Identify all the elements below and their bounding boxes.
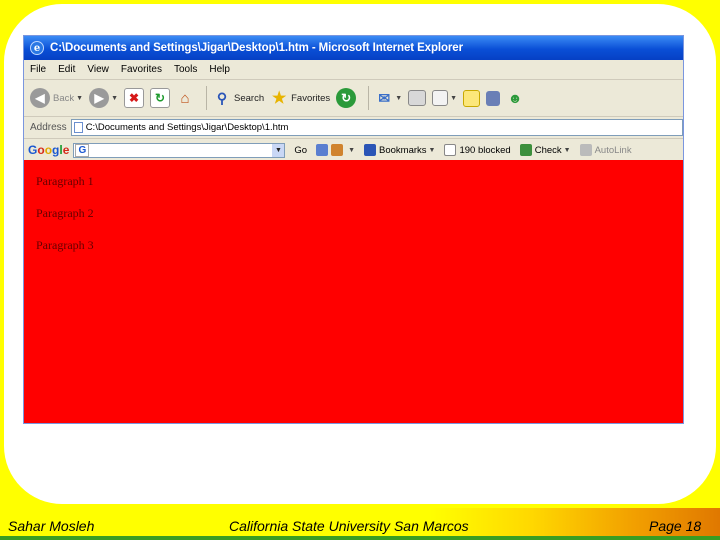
note-icon (463, 89, 481, 107)
page-content: Paragraph 1 Paragraph 2 Paragraph 3 (24, 160, 683, 423)
footer-page-number: Page 18 (649, 518, 702, 534)
menu-bar: File Edit View Favorites Tools Help (24, 60, 683, 80)
research-icon (486, 90, 501, 106)
options-button[interactable]: ▼ (316, 144, 355, 156)
printer-icon (408, 90, 427, 106)
forward-button[interactable]: ▶ ▼ (89, 88, 118, 108)
toolbar-separator (206, 86, 207, 110)
title-bar[interactable]: e C:\Documents and Settings\Jigar\Deskto… (24, 36, 683, 60)
favorites-label: Favorites (291, 92, 331, 104)
paragraph-1: Paragraph 1 (36, 174, 94, 188)
research-button[interactable] (486, 90, 501, 106)
spell-check-button[interactable]: Check ▼ (519, 144, 571, 156)
google-g-icon: G (75, 143, 90, 157)
history-button[interactable]: ↻ (336, 88, 357, 108)
stop-icon: ✖ (124, 88, 144, 108)
pagerank-icon (331, 144, 344, 156)
back-arrow-icon: ◀ (30, 88, 50, 108)
go-label: Go (294, 144, 308, 156)
bookmarks-button[interactable]: Bookmarks ▼ (364, 144, 435, 156)
forward-dropdown-icon[interactable]: ▼ (111, 95, 118, 102)
toolbar-separator (368, 86, 370, 110)
footer-stripe (0, 536, 720, 540)
search-label: Search (234, 92, 265, 104)
edit-page-icon (432, 90, 449, 106)
bookmarks-icon (364, 144, 377, 156)
page-icon (73, 122, 83, 133)
search-dropdown-icon[interactable]: ▼ (272, 143, 285, 157)
print-button[interactable] (408, 90, 427, 106)
edit-button[interactable]: ▼ (432, 90, 457, 106)
popup-blocker-icon (444, 144, 457, 156)
mail-icon: ✉ (378, 89, 391, 106)
check-dropdown-icon[interactable]: ▼ (564, 147, 571, 154)
footer-author: Sahar Mosleh (8, 518, 95, 534)
menu-edit[interactable]: Edit (52, 64, 81, 75)
history-icon: ↻ (336, 88, 357, 108)
internet-explorer-icon: e (30, 41, 44, 55)
back-button[interactable]: ◀ Back ▼ (30, 88, 83, 108)
address-value: C:\Documents and Settings\Jigar\Desktop\… (85, 122, 289, 133)
menu-favorites[interactable]: Favorites (115, 64, 168, 75)
edit-dropdown-icon[interactable]: ▼ (450, 95, 457, 102)
messenger-icon: ☻ (507, 90, 523, 106)
popup-blocker-button[interactable]: 190 blocked (444, 144, 511, 156)
window-title: C:\Documents and Settings\Jigar\Desktop\… (50, 42, 463, 54)
menu-tools[interactable]: Tools (168, 64, 203, 75)
stop-button[interactable]: ✖ (124, 88, 144, 108)
menu-help[interactable]: Help (203, 64, 236, 75)
back-dropdown-icon[interactable]: ▼ (76, 95, 83, 102)
slide-footer: Sahar Mosleh California State University… (0, 508, 720, 540)
refresh-icon: ↻ (150, 88, 170, 108)
blocked-label: 190 blocked (459, 144, 511, 156)
forward-arrow-icon: ▶ (89, 88, 110, 108)
search-button[interactable]: ⚲ Search (213, 89, 264, 107)
address-input[interactable]: C:\Documents and Settings\Jigar\Desktop\… (70, 119, 683, 136)
check-label: Check (534, 144, 562, 156)
options-dropdown-icon[interactable]: ▼ (348, 147, 355, 154)
address-label: Address (30, 122, 67, 133)
spellcheck-icon (519, 144, 532, 156)
messenger-button[interactable]: ☻ (506, 89, 524, 107)
mail-button[interactable]: ✉ ▼ (375, 89, 402, 107)
toolbar-options-icon (316, 144, 329, 156)
go-button[interactable]: Go (294, 145, 307, 156)
google-search-input[interactable]: G ▼ (73, 142, 286, 158)
home-icon: ⌂ (180, 89, 190, 107)
paragraph-2: Paragraph 2 (36, 206, 94, 220)
google-logo[interactable]: Google (28, 143, 69, 157)
autolink-button[interactable]: AutoLink (579, 144, 632, 156)
autolink-label: AutoLink (594, 144, 632, 156)
autolink-icon (579, 144, 592, 156)
mail-dropdown-icon[interactable]: ▼ (395, 95, 402, 102)
bookmarks-dropdown-icon[interactable]: ▼ (429, 147, 436, 154)
magnifier-icon: ⚲ (216, 89, 228, 106)
menu-view[interactable]: View (81, 64, 115, 75)
menu-file[interactable]: File (24, 64, 52, 75)
refresh-button[interactable]: ↻ (150, 88, 170, 108)
address-bar: Address C:\Documents and Settings\Jigar\… (24, 117, 683, 139)
favorites-button[interactable]: ★ Favorites (270, 89, 330, 107)
bookmarks-label: Bookmarks (379, 144, 427, 156)
browser-window: e C:\Documents and Settings\Jigar\Deskto… (23, 35, 684, 424)
footer-institution: California State University San Marcos (229, 518, 469, 534)
standard-toolbar: ◀ Back ▼ ▶ ▼ ✖ ↻ ⌂ ⚲ Search ★ Favorites … (24, 80, 683, 117)
paragraph-3: Paragraph 3 (36, 238, 94, 252)
home-button[interactable]: ⌂ (176, 89, 194, 107)
discuss-button[interactable] (463, 89, 481, 107)
google-toolbar: Google G ▼ Go ▼ Bookmarks ▼ 190 blocked … (24, 139, 683, 162)
star-icon: ★ (271, 90, 287, 107)
back-label: Back (53, 92, 75, 104)
